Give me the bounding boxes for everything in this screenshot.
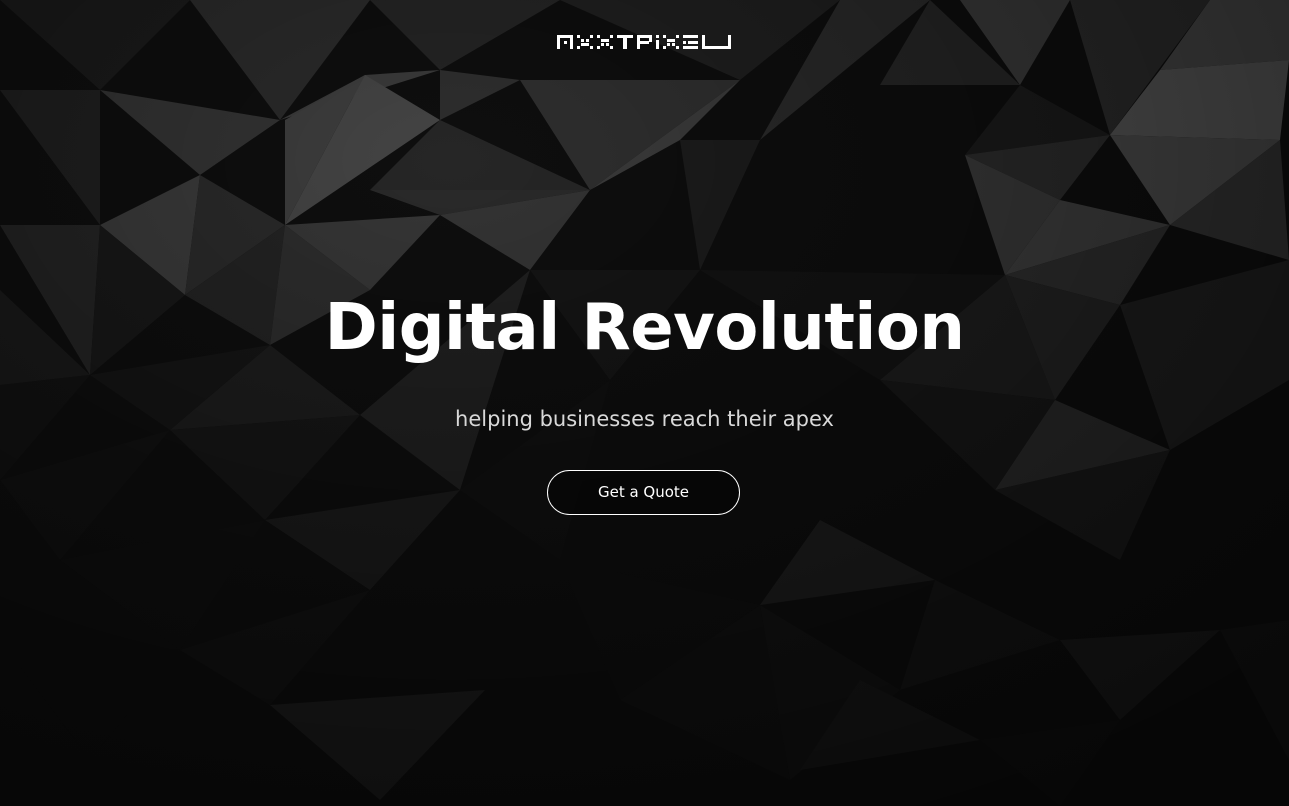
nextpixel-wordmark-icon (557, 35, 731, 49)
nextpixel-logo[interactable] (0, 33, 1289, 56)
get-quote-button[interactable]: Get a Quote (547, 470, 740, 515)
low-poly-background (0, 0, 1289, 806)
